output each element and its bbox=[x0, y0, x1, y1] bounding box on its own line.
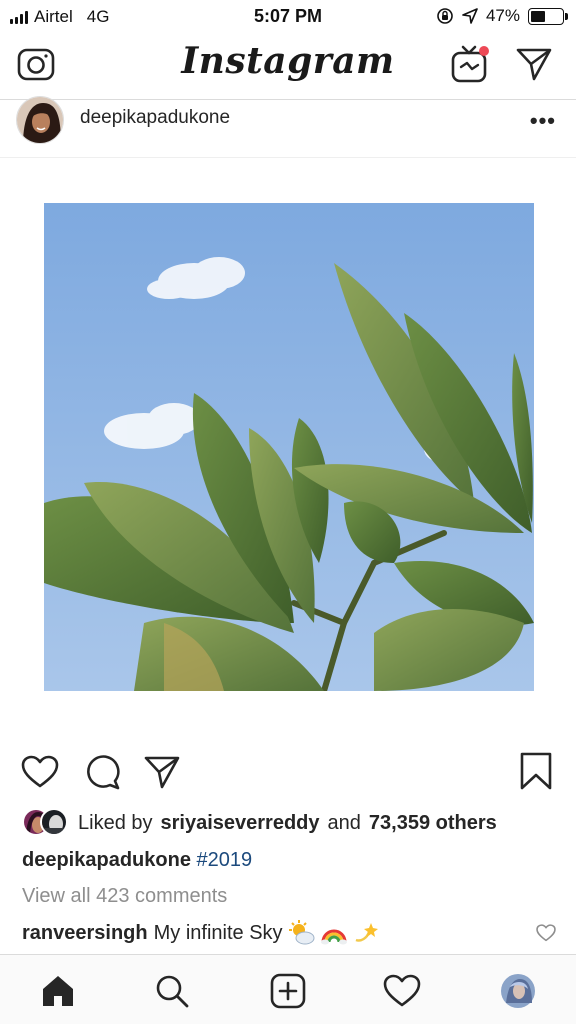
home-icon bbox=[43, 976, 73, 1006]
comment-icon[interactable] bbox=[82, 752, 122, 792]
liker-username[interactable]: sriyaiseverreddy bbox=[161, 812, 320, 835]
share-icon[interactable] bbox=[142, 752, 182, 792]
likes-count[interactable]: 73,359 others bbox=[369, 812, 497, 835]
comment: ranveersingh My infinite Sky bbox=[22, 920, 379, 946]
caption-hashtag[interactable]: #2019 bbox=[197, 849, 253, 871]
status-bar: Airtel 4G 5:07 PM 47% bbox=[0, 0, 576, 34]
post-actions bbox=[0, 748, 576, 794]
comment-text: My infinite Sky bbox=[153, 921, 283, 944]
top-nav: Instagram bbox=[0, 34, 576, 100]
battery-percent: 47% bbox=[485, 6, 520, 25]
avatar[interactable] bbox=[16, 96, 64, 144]
tab-activity[interactable] bbox=[382, 971, 422, 1011]
new-post-icon bbox=[270, 973, 306, 1009]
tab-home[interactable] bbox=[38, 971, 78, 1011]
like-heart-icon[interactable] bbox=[20, 752, 60, 792]
liker-avatars bbox=[22, 808, 70, 838]
igtv-icon[interactable] bbox=[448, 42, 492, 86]
rotation-lock-icon bbox=[437, 8, 453, 24]
direct-message-icon[interactable] bbox=[514, 44, 554, 84]
tab-search[interactable] bbox=[152, 971, 192, 1011]
rainbow-icon bbox=[320, 929, 347, 945]
comment-like-heart-icon[interactable] bbox=[536, 924, 556, 947]
bottom-nav bbox=[0, 954, 576, 1024]
post-username[interactable]: deepikapadukone bbox=[80, 107, 230, 129]
more-options-icon[interactable]: ••• bbox=[530, 108, 556, 134]
view-all-comments-link[interactable]: View all 423 comments bbox=[22, 885, 227, 908]
sun-behind-cloud-icon bbox=[288, 920, 315, 945]
search-icon bbox=[156, 975, 189, 1008]
post-photo[interactable] bbox=[44, 203, 534, 691]
location-arrow-icon bbox=[462, 8, 478, 24]
caption-username[interactable]: deepikapadukone bbox=[22, 849, 191, 871]
battery-icon bbox=[528, 7, 568, 25]
avatar bbox=[501, 974, 535, 1008]
tab-profile[interactable] bbox=[498, 971, 538, 1011]
tab-new-post[interactable] bbox=[268, 971, 308, 1011]
activity-heart-icon bbox=[383, 974, 421, 1007]
avatar bbox=[40, 808, 68, 836]
status-right: 47% bbox=[436, 6, 568, 26]
likes-row[interactable]: Liked by sriyaiseverreddy and 73,359 oth… bbox=[22, 808, 497, 838]
comment-username[interactable]: ranveersingh bbox=[22, 922, 148, 945]
notification-dot bbox=[479, 46, 489, 56]
post-header: deepikapadukone ••• bbox=[0, 96, 576, 158]
caption: deepikapadukone #2019 bbox=[22, 849, 252, 872]
battery-level bbox=[531, 10, 546, 22]
liked-by-joiner: and bbox=[327, 811, 361, 834]
liked-by-prefix: Liked by bbox=[78, 811, 153, 834]
dizzy-icon bbox=[355, 923, 378, 942]
bookmark-icon[interactable] bbox=[516, 750, 556, 792]
